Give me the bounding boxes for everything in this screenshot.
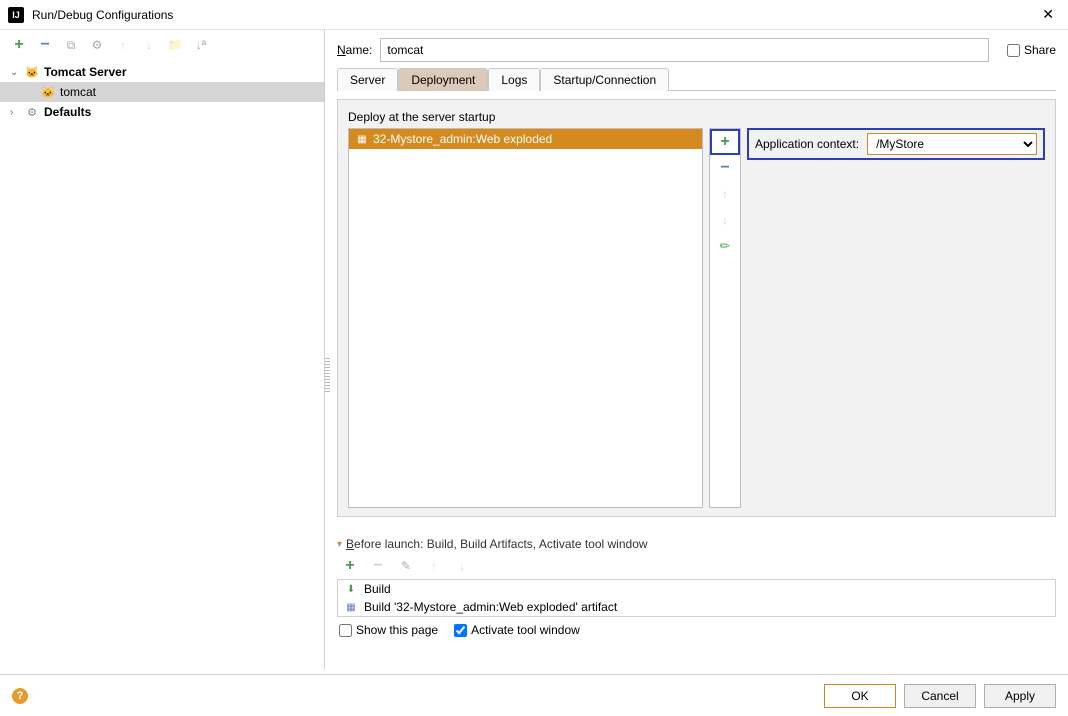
tab-server[interactable]: Server (337, 68, 398, 91)
deploy-label: Deploy at the server startup (348, 110, 1045, 124)
deploy-side-buttons: + − ↑ ↓ ✎ (709, 128, 741, 508)
gear-icon: ⚙ (24, 104, 40, 120)
deployment-panel: Deploy at the server startup ▦ 32-Mystor… (337, 99, 1056, 517)
app-icon: IJ (8, 7, 24, 23)
triangle-down-icon: ▾ (337, 539, 342, 550)
bl-add-icon[interactable]: + (341, 557, 359, 575)
before-launch-title: Before launch: Build, Build Artifacts, A… (346, 537, 648, 551)
deploy-item-label: 32-Mystore_admin:Web exploded (373, 132, 552, 146)
before-launch-section: ▾ Before launch: Build, Build Artifacts,… (337, 537, 1056, 637)
split-gripper[interactable] (325, 358, 330, 394)
before-launch-header[interactable]: ▾ Before launch: Build, Build Artifacts,… (337, 537, 1056, 551)
bl-up-icon[interactable]: ↑ (425, 557, 443, 575)
chevron-down-icon: ⌄ (10, 67, 20, 78)
appctx-select[interactable]: /MyStore (867, 133, 1037, 155)
list-item[interactable]: ⬇ Build (338, 580, 1055, 598)
share-label: Share (1024, 43, 1056, 57)
build-icon: ⬇ (344, 582, 358, 596)
remove-artifact-icon[interactable]: − (710, 155, 740, 181)
artifact-icon: ▦ (355, 132, 369, 146)
appctx-label: Application context: (755, 137, 859, 151)
add-artifact-icon[interactable]: + (710, 129, 740, 155)
tab-deployment[interactable]: Deployment (398, 68, 488, 91)
sort-icon[interactable]: ↓ª (192, 36, 210, 54)
tree-node-tomcat-server[interactable]: ⌄ 🐱 Tomcat Server (0, 62, 324, 82)
tree-node-defaults[interactable]: › ⚙ Defaults (0, 102, 324, 122)
tree-toolbar: + − ⧉ ⚙ ↑ ↓ 📁 ↓ª (0, 30, 324, 60)
bl-item-label: Build '32-Mystore_admin:Web exploded' ar… (364, 600, 617, 614)
deploy-item[interactable]: ▦ 32-Mystore_admin:Web exploded (349, 129, 702, 149)
tree-node-tomcat[interactable]: 🐱 tomcat (0, 82, 324, 102)
move-up-icon[interactable]: ↑ (114, 36, 132, 54)
artifact-up-icon[interactable]: ↑ (710, 181, 740, 207)
settings-icon[interactable]: ⚙ (88, 36, 106, 54)
dialog-footer: ? OK Cancel Apply (0, 674, 1068, 716)
tab-startup[interactable]: Startup/Connection (540, 68, 669, 91)
apply-button[interactable]: Apply (984, 684, 1056, 708)
show-page-checkbox[interactable] (339, 624, 352, 637)
tree-label: tomcat (60, 85, 96, 99)
remove-config-icon[interactable]: − (36, 36, 54, 54)
deploy-list[interactable]: ▦ 32-Mystore_admin:Web exploded (348, 128, 703, 508)
tree-label: Tomcat Server (44, 65, 126, 79)
add-config-icon[interactable]: + (10, 36, 28, 54)
move-down-icon[interactable]: ↓ (140, 36, 158, 54)
config-tree: ⌄ 🐱 Tomcat Server 🐱 tomcat › ⚙ Defaults (0, 60, 324, 670)
bl-edit-icon[interactable]: ✎ (397, 557, 415, 575)
tomcat-icon: 🐱 (40, 84, 56, 100)
bl-remove-icon[interactable]: − (369, 557, 387, 575)
folder-icon[interactable]: 📁 (166, 36, 184, 54)
application-context-row: Application context: /MyStore (747, 128, 1045, 160)
bl-down-icon[interactable]: ↓ (453, 557, 471, 575)
tree-label: Defaults (44, 105, 91, 119)
copy-config-icon[interactable]: ⧉ (62, 36, 80, 54)
show-page-check[interactable]: Show this page (339, 623, 438, 637)
before-launch-list[interactable]: ⬇ Build ▦ Build '32-Mystore_admin:Web ex… (337, 579, 1056, 617)
config-tree-panel: + − ⧉ ⚙ ↑ ↓ 📁 ↓ª ⌄ 🐱 Tomcat Server 🐱 tom… (0, 30, 325, 670)
window-title: Run/Debug Configurations (32, 8, 1036, 22)
list-item[interactable]: ▦ Build '32-Mystore_admin:Web exploded' … (338, 598, 1055, 616)
tomcat-icon: 🐱 (24, 64, 40, 80)
name-input[interactable] (380, 38, 989, 62)
help-icon[interactable]: ? (12, 688, 28, 704)
config-tabs: Server Deployment Logs Startup/Connectio… (337, 68, 1056, 91)
name-label: Name: (337, 43, 372, 57)
tab-logs[interactable]: Logs (488, 68, 540, 91)
ok-button[interactable]: OK (824, 684, 896, 708)
show-page-label: Show this page (356, 623, 438, 637)
artifact-icon: ▦ (344, 600, 358, 614)
bl-item-label: Build (364, 582, 391, 596)
activate-window-checkbox[interactable] (454, 624, 467, 637)
titlebar: IJ Run/Debug Configurations ✕ (0, 0, 1068, 30)
cancel-button[interactable]: Cancel (904, 684, 976, 708)
close-icon[interactable]: ✕ (1036, 4, 1060, 25)
chevron-right-icon: › (10, 107, 20, 118)
activate-window-check[interactable]: Activate tool window (454, 623, 580, 637)
activate-window-label: Activate tool window (471, 623, 580, 637)
share-checkbox[interactable] (1007, 44, 1020, 57)
